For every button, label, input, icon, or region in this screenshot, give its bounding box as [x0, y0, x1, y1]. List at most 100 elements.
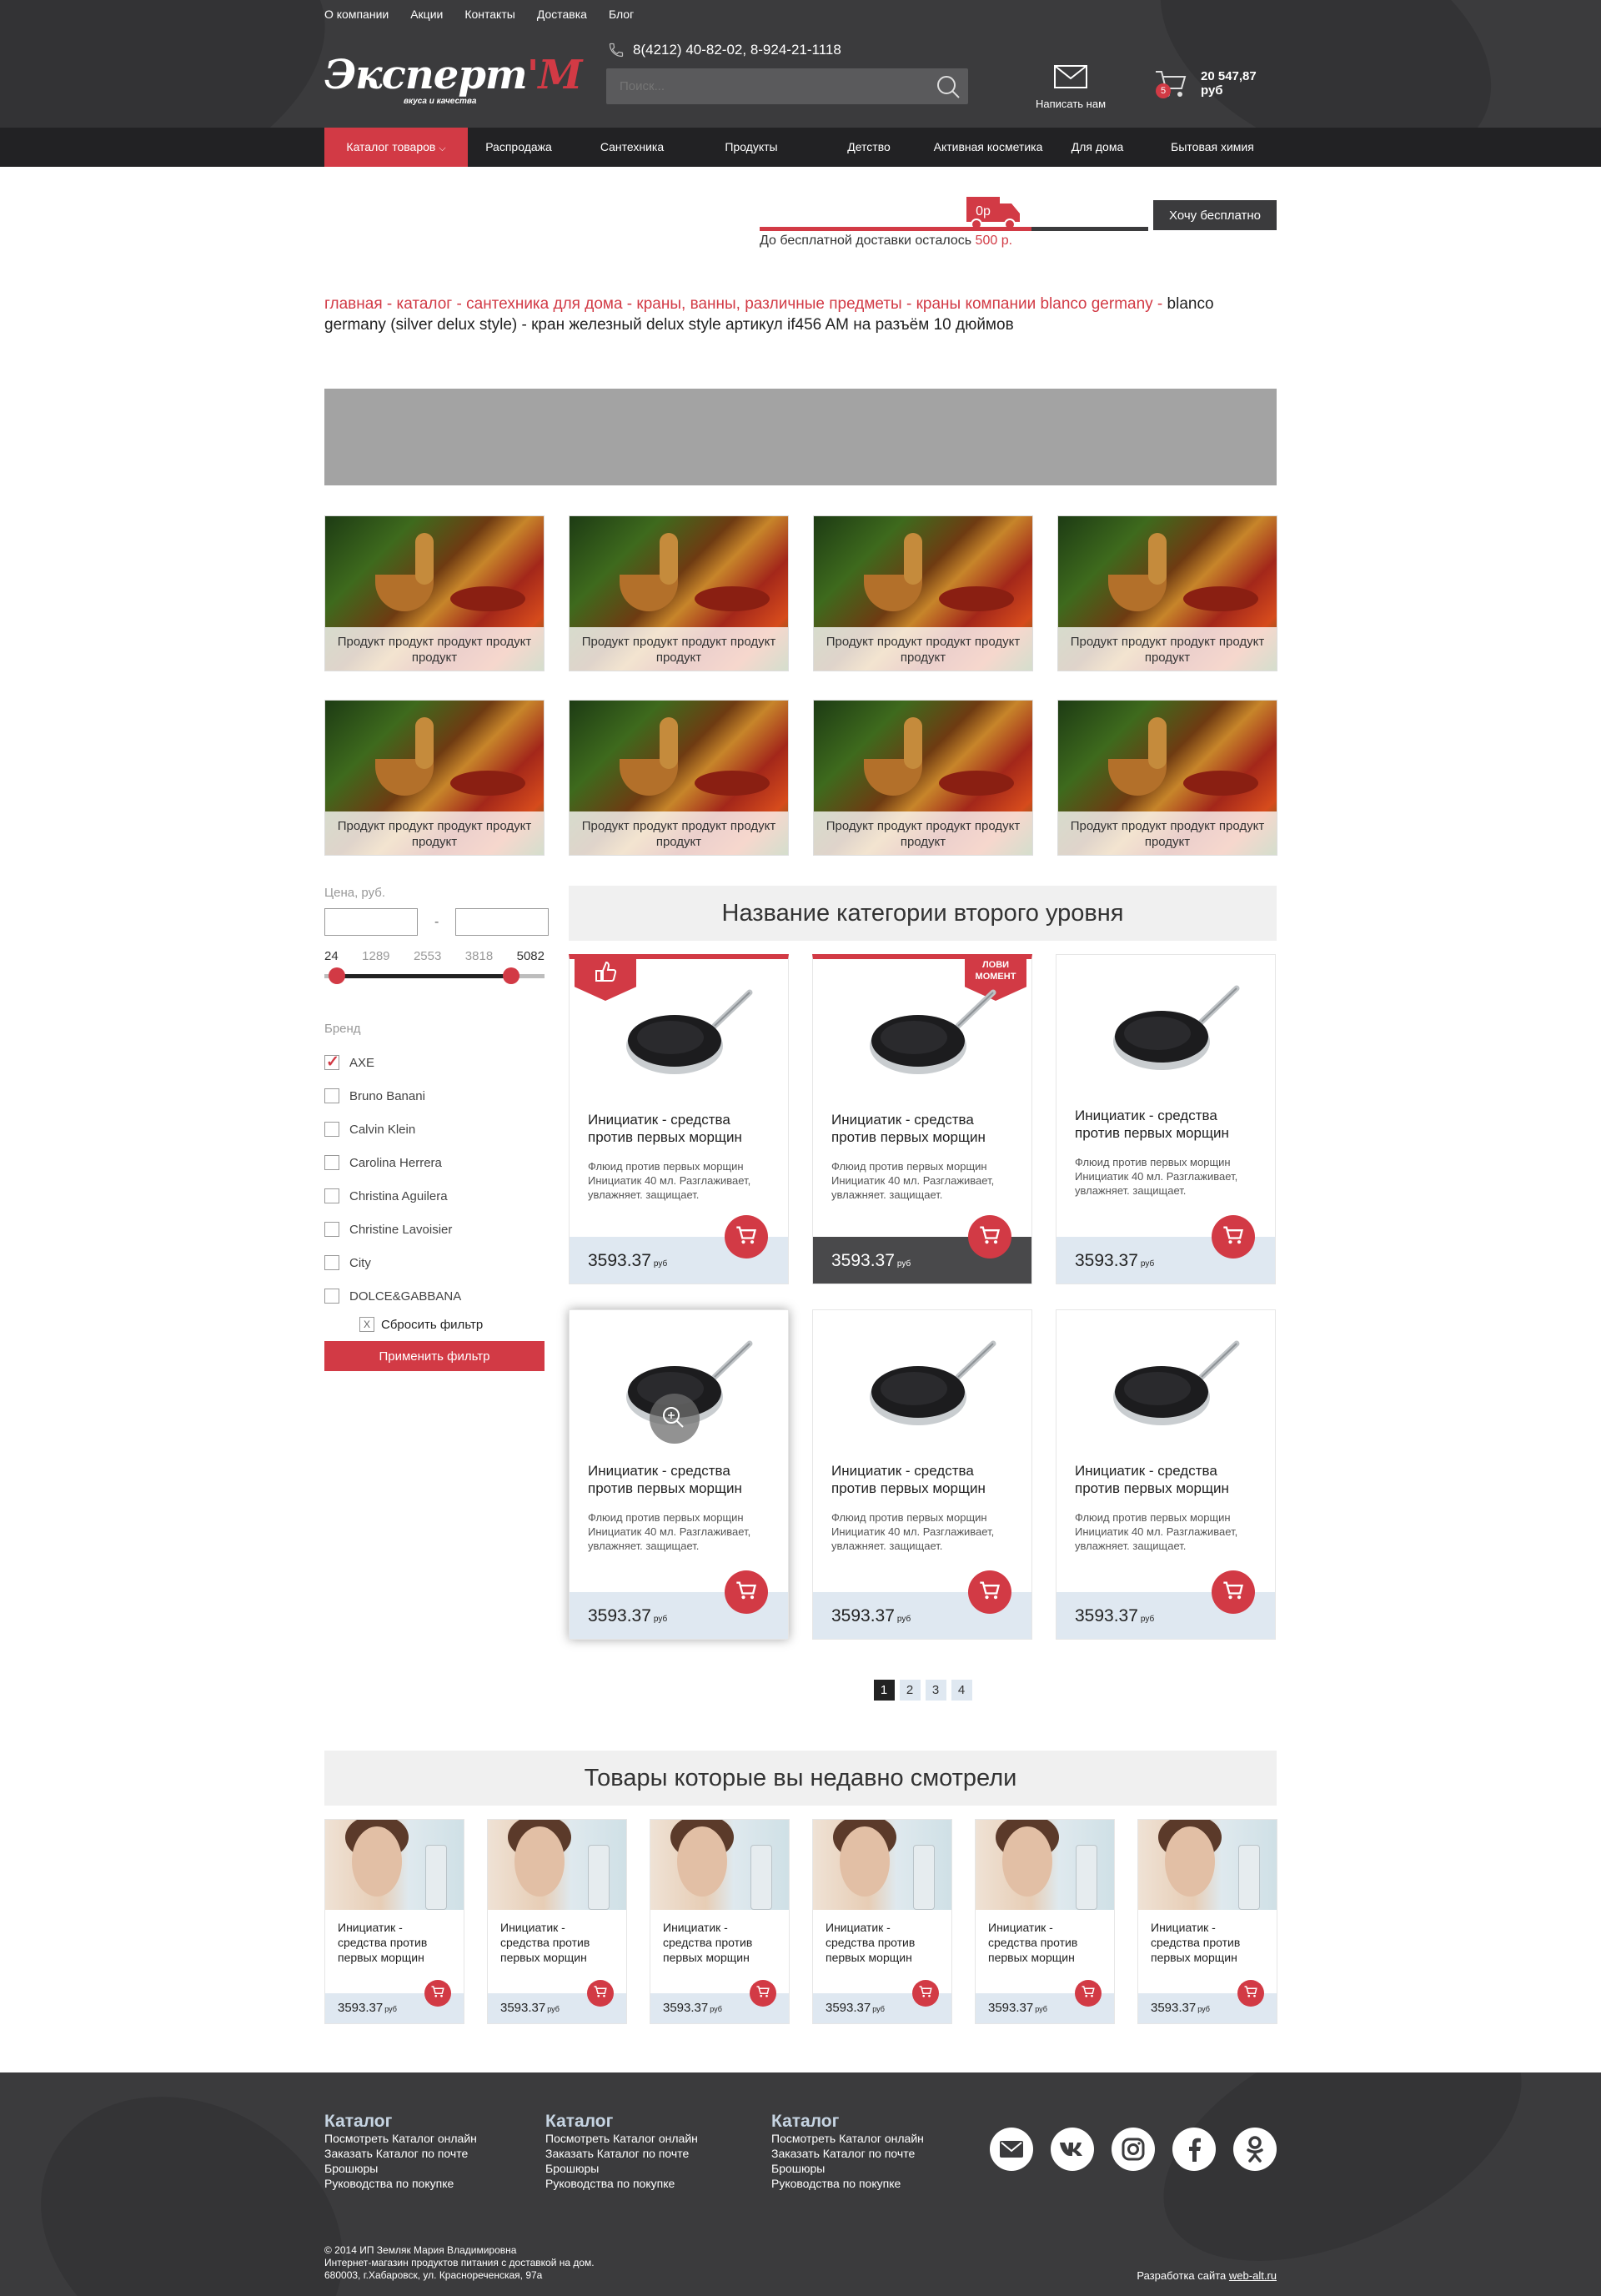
product-name[interactable]: Инициатик - средства против первых морщи…	[588, 1111, 771, 1146]
brand-option[interactable]: Calvin Klein	[324, 1113, 545, 1146]
want-free-delivery-button[interactable]: Хочу бесплатно	[1153, 200, 1277, 230]
product-name[interactable]: Инициатик - средства против первых морщи…	[588, 1462, 771, 1497]
recent-product-image[interactable]	[488, 1820, 626, 1910]
add-to-cart-button[interactable]	[1237, 1980, 1264, 2007]
add-to-cart-button[interactable]	[750, 1980, 776, 2007]
breadcrumb-link[interactable]: краны компании blanco germany	[916, 295, 1153, 313]
nav-item-cosmetics[interactable]: Активная косметика	[930, 128, 1046, 167]
breadcrumb-link[interactable]: каталог	[397, 295, 453, 313]
nav-item-home[interactable]: Для дома	[1046, 128, 1148, 167]
promo-tile[interactable]: Продукт продукт продукт продукт продукт	[324, 700, 545, 856]
brand-option[interactable]: Bruno Banani	[324, 1079, 545, 1113]
product-card[interactable]: Инициатик - средства против первых морщи…	[569, 954, 789, 1284]
nav-item-food[interactable]: Продукты	[695, 128, 808, 167]
footer-link[interactable]: Брошюры	[771, 2161, 924, 2176]
promo-tile[interactable]: Продукт продукт продукт продукт продукт	[324, 515, 545, 671]
recent-product-name[interactable]: Инициатик - средства против первых морщи…	[1151, 1920, 1267, 1965]
breadcrumb-link[interactable]: краны, ванны, различные предметы	[636, 295, 901, 313]
breadcrumb-link[interactable]: сантехника для дома	[466, 295, 622, 313]
header-cart[interactable]: 5 20 547,87 руб	[1154, 67, 1277, 100]
footer-link[interactable]: Брошюры	[545, 2161, 698, 2176]
add-to-cart-button[interactable]	[968, 1215, 1011, 1259]
page-link[interactable]: 2	[899, 1680, 921, 1701]
developer-link[interactable]: web-alt.ru	[1229, 2269, 1277, 2282]
nav-item-children[interactable]: Детство	[808, 128, 930, 167]
top-nav-promos[interactable]: Акции	[410, 8, 443, 21]
recent-product-name[interactable]: Инициатик - средства против первых морщи…	[663, 1920, 780, 1965]
contact-us-button[interactable]: Написать нам	[1025, 65, 1117, 110]
brand-option[interactable]: AXE	[324, 1046, 545, 1079]
add-to-cart-button[interactable]	[1212, 1570, 1255, 1614]
instagram-icon[interactable]	[1112, 2128, 1155, 2171]
recent-product-image[interactable]	[813, 1820, 951, 1910]
brand-checkbox[interactable]	[324, 1188, 339, 1203]
brand-option[interactable]: DOLCE&GABBANA	[324, 1279, 545, 1313]
product-card[interactable]: Инициатик - средства против первых морщи…	[1056, 954, 1276, 1284]
site-logo[interactable]: Эксперт'M вкуса и качества	[324, 52, 583, 107]
footer-link[interactable]: Руководства по покупке	[771, 2176, 924, 2191]
recent-product-image[interactable]	[976, 1820, 1114, 1910]
product-image[interactable]	[868, 986, 1001, 1078]
slider-handle-min[interactable]	[329, 967, 345, 984]
page-link[interactable]: 3	[925, 1680, 946, 1701]
top-nav-contacts[interactable]: Контакты	[464, 8, 514, 21]
recent-product-name[interactable]: Инициатик - средства против первых морщи…	[988, 1920, 1105, 1965]
product-image[interactable]	[868, 1337, 1001, 1429]
product-image[interactable]	[625, 986, 758, 1078]
product-name[interactable]: Инициатик - средства против первых морщи…	[831, 1462, 1015, 1497]
recent-product-card[interactable]: Инициатик - средства против первых морщи…	[1137, 1819, 1277, 2024]
add-to-cart-button[interactable]	[1212, 1215, 1255, 1259]
recent-product-card[interactable]: Инициатик - средства против первых морщи…	[812, 1819, 952, 2024]
recent-product-name[interactable]: Инициатик - средства против первых морщи…	[500, 1920, 617, 1965]
footer-link[interactable]: Руководства по покупке	[324, 2176, 477, 2191]
footer-link[interactable]: Посмотреть Каталог онлайн	[545, 2131, 698, 2146]
facebook-icon[interactable]	[1172, 2128, 1216, 2171]
brand-option[interactable]: Christine Lavoisier	[324, 1213, 545, 1246]
product-name[interactable]: Инициатик - средства против первых морщи…	[1075, 1462, 1258, 1497]
recent-product-card[interactable]: Инициатик - средства против первых морщи…	[324, 1819, 464, 2024]
promo-tile[interactable]: Продукт продукт продукт продукт продукт	[569, 700, 789, 856]
recent-product-image[interactable]	[1138, 1820, 1277, 1910]
footer-link[interactable]: Посмотреть Каталог онлайн	[324, 2131, 477, 2146]
promo-tile[interactable]: Продукт продукт продукт продукт продукт	[1057, 515, 1277, 671]
add-to-cart-button[interactable]	[725, 1570, 768, 1614]
breadcrumb-link[interactable]: главная	[324, 295, 383, 313]
add-to-cart-button[interactable]	[424, 1980, 451, 2007]
nav-item-plumbing[interactable]: Сантехника	[570, 128, 695, 167]
product-image[interactable]	[1112, 1337, 1245, 1429]
recent-product-card[interactable]: Инициатик - средства против первых морщи…	[487, 1819, 627, 2024]
price-slider[interactable]	[324, 967, 545, 985]
zoom-icon[interactable]	[650, 1394, 700, 1444]
footer-link[interactable]: Посмотреть Каталог онлайн	[771, 2131, 924, 2146]
footer-link[interactable]: Руководства по покупке	[545, 2176, 698, 2191]
odnoklassniki-icon[interactable]	[1233, 2128, 1277, 2171]
top-nav-blog[interactable]: Блог	[609, 8, 634, 21]
promo-tile[interactable]: Продукт продукт продукт продукт продукт	[569, 515, 789, 671]
search-input[interactable]	[606, 68, 923, 104]
brand-option[interactable]: Christina Aguilera	[324, 1179, 545, 1213]
recent-product-card[interactable]: Инициатик - средства против первых морщи…	[975, 1819, 1115, 2024]
price-min-input[interactable]	[324, 908, 418, 936]
footer-link[interactable]: Заказать Каталог по почте	[324, 2146, 477, 2161]
product-card[interactable]: ЛОВИ МОМЕНТ Инициатик - средства против п…	[812, 954, 1032, 1284]
footer-link[interactable]: Заказать Каталог по почте	[771, 2146, 924, 2161]
recent-product-name[interactable]: Инициатик - средства против первых морщи…	[826, 1920, 942, 1965]
page-link[interactable]: 4	[951, 1680, 972, 1701]
recent-product-card[interactable]: Инициатик - средства против первых морщи…	[650, 1819, 790, 2024]
promo-tile[interactable]: Продукт продукт продукт продукт продукт	[813, 515, 1033, 671]
top-nav-about[interactable]: О компании	[324, 8, 389, 21]
brand-checkbox[interactable]	[324, 1088, 339, 1103]
recent-product-image[interactable]	[650, 1820, 789, 1910]
product-card[interactable]: Инициатик - средства против первых морщи…	[812, 1309, 1032, 1640]
apply-filter-button[interactable]: Применить фильтр	[324, 1341, 545, 1371]
mail-icon[interactable]	[990, 2128, 1033, 2171]
recent-product-name[interactable]: Инициатик - средства против первых морщи…	[338, 1920, 454, 1965]
brand-checkbox[interactable]	[324, 1289, 339, 1304]
brand-checkbox[interactable]	[324, 1255, 339, 1270]
brand-option[interactable]: City	[324, 1246, 545, 1279]
footer-link[interactable]: Заказать Каталог по почте	[545, 2146, 698, 2161]
nav-catalog[interactable]: Каталог товаров ⌵	[324, 128, 468, 167]
search-icon[interactable]	[935, 73, 961, 100]
price-max-input[interactable]	[455, 908, 550, 936]
brand-checkbox[interactable]	[324, 1053, 339, 1072]
